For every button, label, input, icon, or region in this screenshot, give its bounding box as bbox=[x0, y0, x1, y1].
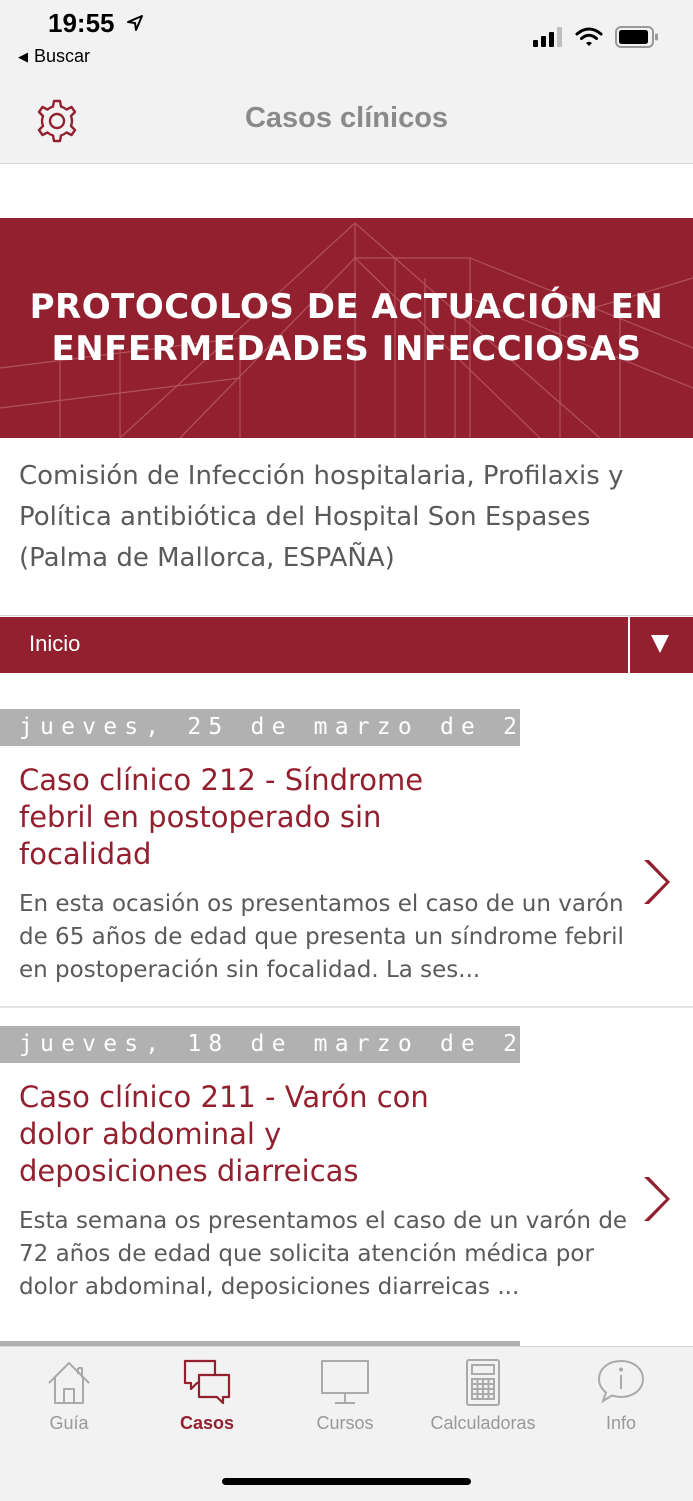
wifi-icon bbox=[575, 27, 603, 46]
date-bar: jueves, 25 de marzo de 2021 bbox=[0, 709, 580, 746]
tab-label: Guía bbox=[49, 1413, 89, 1433]
page-title: Casos clínicos bbox=[244, 102, 449, 134]
tab-label: Info bbox=[605, 1413, 637, 1433]
battery-icon bbox=[615, 26, 658, 48]
tab-label: Casos bbox=[179, 1413, 235, 1433]
house-icon bbox=[48, 1362, 90, 1404]
date-bar: jueves, 18 de marzo de 2021 bbox=[0, 1026, 580, 1063]
tab-guia[interactable]: Guía bbox=[0, 1347, 138, 1447]
case-date: jueves, 18 de marzo de 2021 bbox=[19, 1031, 588, 1057]
tab-calculadoras[interactable]: Calculadoras bbox=[414, 1347, 552, 1447]
case-title[interactable]: Caso clínico 211 - Varón con dolor abdom… bbox=[19, 1079, 459, 1190]
nav-header: Casos clínicos bbox=[0, 80, 693, 164]
divider bbox=[0, 1006, 693, 1008]
tab-label: Calculadoras bbox=[430, 1413, 536, 1433]
monitor-icon bbox=[321, 1360, 369, 1404]
case-excerpt: Esta semana os presentamos el caso de un… bbox=[19, 1208, 628, 1300]
case-excerpt: En esta ocasión os presentamos el caso d… bbox=[19, 891, 624, 983]
tab-info[interactable]: Info bbox=[552, 1347, 690, 1447]
case-title[interactable]: Caso clínico 212 - Síndrome febril en po… bbox=[19, 762, 459, 873]
chevron-right-icon[interactable] bbox=[640, 1174, 670, 1224]
home-indicator[interactable] bbox=[222, 1478, 471, 1485]
tab-casos[interactable]: Casos bbox=[138, 1347, 276, 1447]
category-dropdown[interactable]: Inicio bbox=[0, 617, 693, 673]
banner-title: PROTOCOLOS DE ACTUACIÓN EN ENFERMEDADES … bbox=[29, 287, 664, 369]
status-time: 19:55 bbox=[48, 8, 115, 38]
case-date: jueves, 25 de marzo de 2021 bbox=[19, 714, 588, 740]
organization-description: Comisión de Infección hospitalaria, Prof… bbox=[19, 461, 624, 573]
cellular-signal-icon bbox=[533, 27, 562, 47]
banner-image: PROTOCOLOS DE ACTUACIÓN EN ENFERMEDADES … bbox=[0, 218, 693, 438]
tab-label: Cursos bbox=[316, 1413, 374, 1433]
back-to-search-link[interactable]: ◀ Buscar bbox=[18, 46, 90, 67]
back-triangle-icon: ◀ bbox=[18, 48, 28, 64]
calculator-icon bbox=[466, 1359, 500, 1406]
info-icon bbox=[597, 1359, 645, 1404]
location-arrow-icon bbox=[127, 15, 143, 31]
back-label: Buscar bbox=[34, 46, 91, 66]
dropdown-separator bbox=[628, 617, 630, 673]
divider bbox=[0, 615, 693, 616]
tab-cursos[interactable]: Cursos bbox=[276, 1347, 414, 1447]
status-bar: 19:55 ◀ Buscar bbox=[0, 0, 693, 80]
chat-bubbles-icon bbox=[183, 1359, 231, 1405]
dropdown-arrow-icon[interactable] bbox=[651, 635, 669, 653]
dropdown-selected-value: Inicio bbox=[29, 631, 81, 656]
chevron-right-icon[interactable] bbox=[640, 857, 670, 907]
system-indicators bbox=[533, 26, 659, 48]
